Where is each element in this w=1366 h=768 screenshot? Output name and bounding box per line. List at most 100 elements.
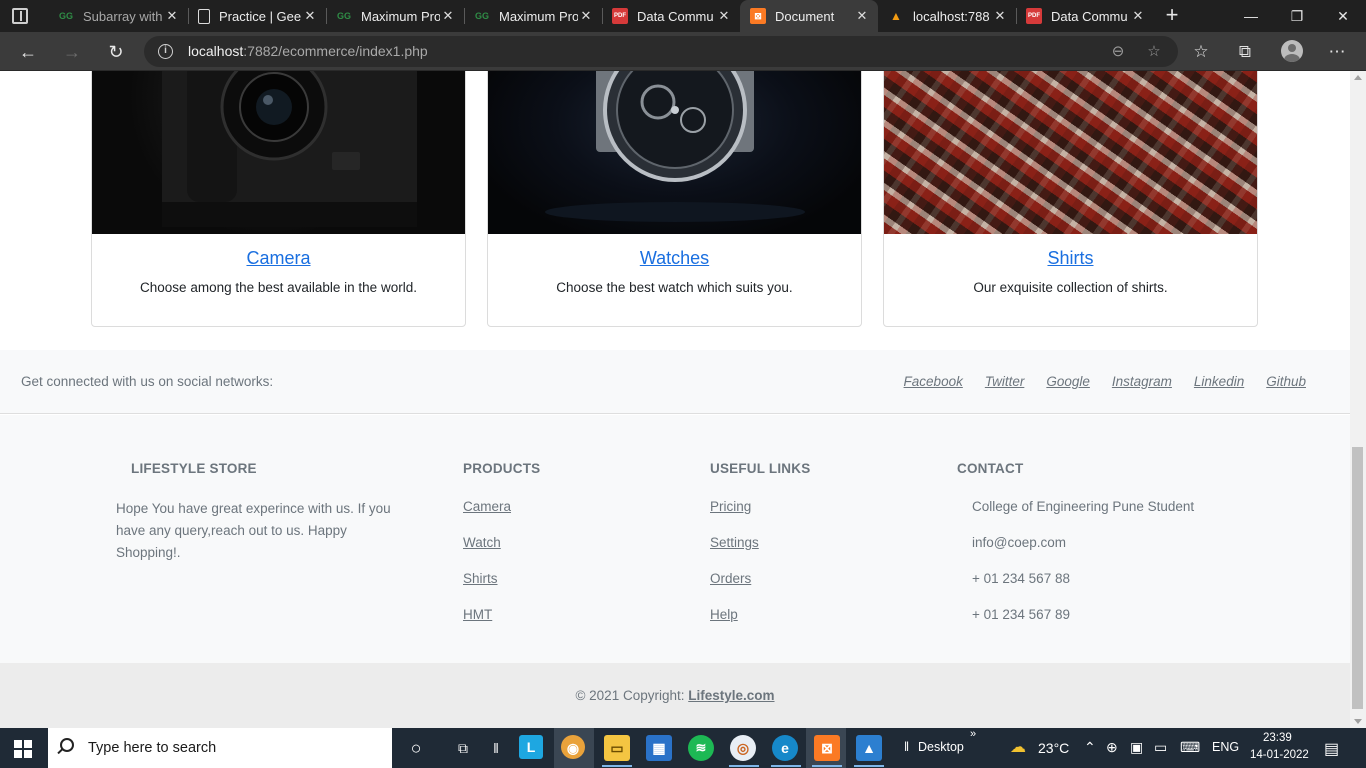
tab-4[interactable]: GG Maximum Pro ✕ — [464, 0, 602, 32]
vertical-scrollbar[interactable] — [1350, 71, 1366, 728]
url-text[interactable]: localhost:7882/ecommerce/index1.php — [188, 43, 428, 59]
add-favorite-icon[interactable]: ☆ — [1144, 42, 1164, 62]
product-card-watches: Watches Choose the best watch which suit… — [487, 71, 862, 327]
tab-5[interactable]: PDF Data Commu ✕ — [602, 0, 740, 32]
footer-about-text: Hope You have great experince with us. I… — [116, 501, 391, 560]
store-icon[interactable]: ▦ — [646, 735, 672, 761]
close-icon[interactable]: ✕ — [716, 8, 732, 24]
temperature-text[interactable]: 23°C — [1038, 740, 1069, 756]
tab-6-active[interactable]: ⊠ Document ✕ — [740, 0, 878, 32]
footer-link-pricing[interactable]: Pricing — [710, 499, 751, 514]
spotify-icon[interactable]: ≋ — [688, 735, 714, 761]
clock-time[interactable]: 23:39 — [1263, 732, 1292, 744]
close-icon[interactable]: ✕ — [302, 8, 318, 24]
profile-avatar-icon[interactable] — [1281, 40, 1303, 62]
github-link[interactable]: Github — [1266, 374, 1306, 389]
gfg-icon: GG — [336, 11, 351, 21]
footer-link-shirts[interactable]: Shirts — [463, 571, 498, 586]
tab-8[interactable]: PDF Data Commu ✕ — [1016, 0, 1154, 32]
footer-heading-useful-links: USEFUL LINKS — [710, 461, 811, 476]
language-indicator[interactable]: ENG — [1212, 740, 1239, 754]
cortana-icon[interactable]: ○ — [403, 735, 429, 761]
toolbar-separator-icon: ‖ — [493, 740, 499, 756]
network-globe-icon[interactable]: ⊕ — [1106, 739, 1118, 756]
chrome-alt-icon[interactable]: ◎ — [730, 735, 756, 761]
scroll-up-arrow-icon[interactable] — [1354, 75, 1362, 80]
contact-address: College of Engineering Pune Student — [972, 499, 1195, 514]
info-icon[interactable]: i — [158, 44, 173, 59]
tab-label: Maximum Pro — [499, 8, 578, 24]
meet-now-icon[interactable]: ▣ — [1130, 739, 1143, 756]
close-window-icon[interactable]: ✕ — [1320, 0, 1366, 32]
refresh-icon[interactable]: ↻ — [102, 38, 130, 66]
chrome-icon[interactable]: ◉ — [561, 735, 585, 759]
show-hidden-icons-icon[interactable]: ⌃ — [1084, 739, 1096, 756]
camera-image — [92, 71, 465, 234]
copyright-link[interactable]: Lifestyle.com — [688, 688, 774, 703]
close-icon[interactable]: ✕ — [992, 8, 1008, 24]
scrollbar-thumb[interactable] — [1352, 447, 1363, 709]
instagram-link[interactable]: Instagram — [1112, 374, 1172, 389]
favorites-icon[interactable]: ☆ — [1190, 41, 1212, 63]
page-icon — [198, 8, 210, 24]
desktop-toolbar-label[interactable]: Desktop — [918, 740, 964, 754]
footer-link-camera[interactable]: Camera — [463, 499, 511, 514]
close-icon[interactable]: ✕ — [1130, 8, 1146, 24]
zoom-out-icon[interactable]: ⊖ — [1108, 42, 1128, 62]
tab-2[interactable]: Practice | Gee ✕ — [188, 0, 326, 32]
tab-3[interactable]: GG Maximum Pro ✕ — [326, 0, 464, 32]
tab-label: Data Commu — [1051, 8, 1128, 24]
scroll-down-arrow-icon[interactable] — [1354, 719, 1362, 724]
footer-link-watch[interactable]: Watch — [463, 535, 501, 550]
google-link[interactable]: Google — [1046, 374, 1090, 389]
footer-link-orders[interactable]: Orders — [710, 571, 751, 586]
tab-7[interactable]: ▲ localhost:788 ✕ — [878, 0, 1016, 32]
close-icon[interactable]: ✕ — [164, 8, 180, 24]
clock-date[interactable]: 14-01-2022 — [1250, 749, 1309, 761]
footer-link-help[interactable]: Help — [710, 607, 738, 622]
launcher-l-icon[interactable]: L — [519, 735, 543, 759]
close-icon[interactable]: ✕ — [854, 8, 870, 24]
windows-start-icon[interactable] — [14, 740, 32, 758]
footer: LIFESTYLE STORE Hope You have great expe… — [0, 415, 1350, 663]
back-arrow-icon[interactable]: ← — [14, 38, 42, 66]
task-view-icon[interactable]: ⧉ — [450, 735, 476, 761]
shirt-image — [884, 71, 1257, 234]
address-bar[interactable]: i localhost:7882/ecommerce/index1.php ⊖ … — [144, 36, 1178, 67]
footer-link-hmt[interactable]: HMT — [463, 607, 492, 622]
page-viewport: Camera Choose among the best available i… — [0, 71, 1350, 728]
twitter-link[interactable]: Twitter — [985, 374, 1025, 389]
more-menu-icon[interactable]: ⋯ — [1326, 41, 1348, 63]
running-indicator — [729, 765, 759, 767]
new-tab-plus-icon[interactable]: + — [1160, 4, 1184, 28]
footer-heading-products: PRODUCTS — [463, 461, 541, 476]
contact-email: info@coep.com — [972, 535, 1066, 550]
xampp-icon[interactable]: ⊠ — [814, 735, 840, 761]
social-text: Get connected with us on social networks… — [21, 374, 274, 389]
battery-icon[interactable]: ▭ — [1154, 739, 1167, 756]
notification-center-icon[interactable]: ▤ — [1324, 739, 1339, 759]
tab-1[interactable]: GG Subarray with ✕ — [48, 0, 188, 32]
linkedin-link[interactable]: Linkedin — [1194, 374, 1244, 389]
keyboard-icon[interactable]: ⌨ — [1180, 739, 1200, 756]
card-title-link[interactable]: Camera — [92, 248, 465, 269]
taskbar-search-box[interactable]: Type here to search — [48, 728, 392, 768]
browser-toolbar: ← → ↻ i localhost:7882/ecommerce/index1.… — [0, 32, 1366, 71]
photos-icon[interactable]: ▲ — [856, 735, 882, 761]
tab-actions-menu-icon[interactable] — [12, 8, 28, 24]
footer-link-settings[interactable]: Settings — [710, 535, 759, 550]
collections-icon[interactable]: ⧉ — [1234, 41, 1256, 63]
close-icon[interactable]: ✕ — [440, 8, 456, 24]
toolbar-expand-icon[interactable]: » — [970, 728, 976, 740]
card-title-link[interactable]: Shirts — [884, 248, 1257, 269]
close-icon[interactable]: ✕ — [578, 8, 594, 24]
restore-icon[interactable]: ❐ — [1274, 0, 1320, 32]
tab-label: Document — [775, 8, 835, 24]
forward-arrow-icon[interactable]: → — [58, 38, 86, 66]
weather-icon[interactable]: ☁ — [1010, 737, 1026, 757]
edge-icon[interactable]: e — [772, 735, 798, 761]
card-title-link[interactable]: Watches — [488, 248, 861, 269]
file-explorer-icon[interactable]: ▭ — [604, 735, 630, 761]
minimize-icon[interactable]: — — [1228, 0, 1274, 32]
facebook-link[interactable]: Facebook — [904, 374, 963, 389]
